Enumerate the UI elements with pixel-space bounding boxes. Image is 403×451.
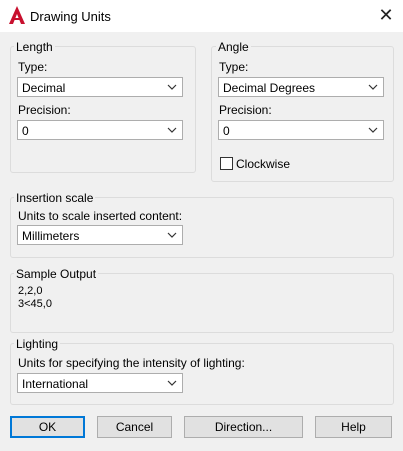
sample-output-line1: 2,2,0 [18, 285, 43, 297]
autocad-a-icon [9, 6, 25, 24]
lighting-units-select[interactable]: International [17, 373, 183, 393]
length-type-label: Type: [18, 60, 48, 74]
window-title: Drawing Units [30, 9, 111, 24]
insertion-units-label: Units to scale inserted content: [18, 209, 183, 223]
sample-output-label: Sample Output [14, 267, 99, 281]
length-group-label: Length [14, 40, 55, 54]
chevron-down-icon [368, 84, 378, 90]
clockwise-label[interactable]: Clockwise [236, 157, 290, 171]
angle-precision-label: Precision: [219, 103, 272, 117]
cancel-button[interactable]: Cancel [97, 416, 172, 438]
chevron-down-icon [167, 380, 177, 386]
angle-precision-select[interactable]: 0 [218, 120, 384, 140]
insertion-scale-label: Insertion scale [14, 191, 96, 205]
ok-button[interactable]: OK [10, 416, 85, 438]
close-icon[interactable]: ✕ [375, 4, 397, 26]
dialog-body: Length Type: Decimal Precision: 0 Angle … [0, 32, 403, 451]
angle-type-value: Decimal Degrees [223, 81, 316, 95]
length-type-select[interactable]: Decimal [17, 77, 183, 97]
angle-group-label: Angle [216, 40, 251, 54]
lighting-units-value: International [22, 377, 89, 391]
title-bar: Drawing Units ✕ [0, 0, 403, 32]
lighting-label: Lighting [14, 337, 61, 351]
help-button[interactable]: Help [315, 416, 392, 438]
insertion-units-select[interactable]: Millimeters [17, 225, 183, 245]
length-type-value: Decimal [22, 81, 66, 95]
chevron-down-icon [167, 84, 177, 90]
angle-precision-value: 0 [223, 124, 230, 138]
chevron-down-icon [167, 232, 177, 238]
length-precision-value: 0 [22, 124, 29, 138]
direction-button[interactable]: Direction... [184, 416, 303, 438]
lighting-units-label: Units for specifying the intensity of li… [18, 356, 245, 370]
length-precision-label: Precision: [18, 103, 71, 117]
chevron-down-icon [167, 127, 177, 133]
chevron-down-icon [368, 127, 378, 133]
clockwise-checkbox[interactable] [220, 157, 233, 170]
sample-output-group [10, 273, 394, 333]
insertion-units-value: Millimeters [22, 229, 80, 243]
length-precision-select[interactable]: 0 [17, 120, 183, 140]
sample-output-line2: 3<45,0 [18, 298, 52, 310]
angle-type-label: Type: [219, 60, 249, 74]
angle-type-select[interactable]: Decimal Degrees [218, 77, 384, 97]
